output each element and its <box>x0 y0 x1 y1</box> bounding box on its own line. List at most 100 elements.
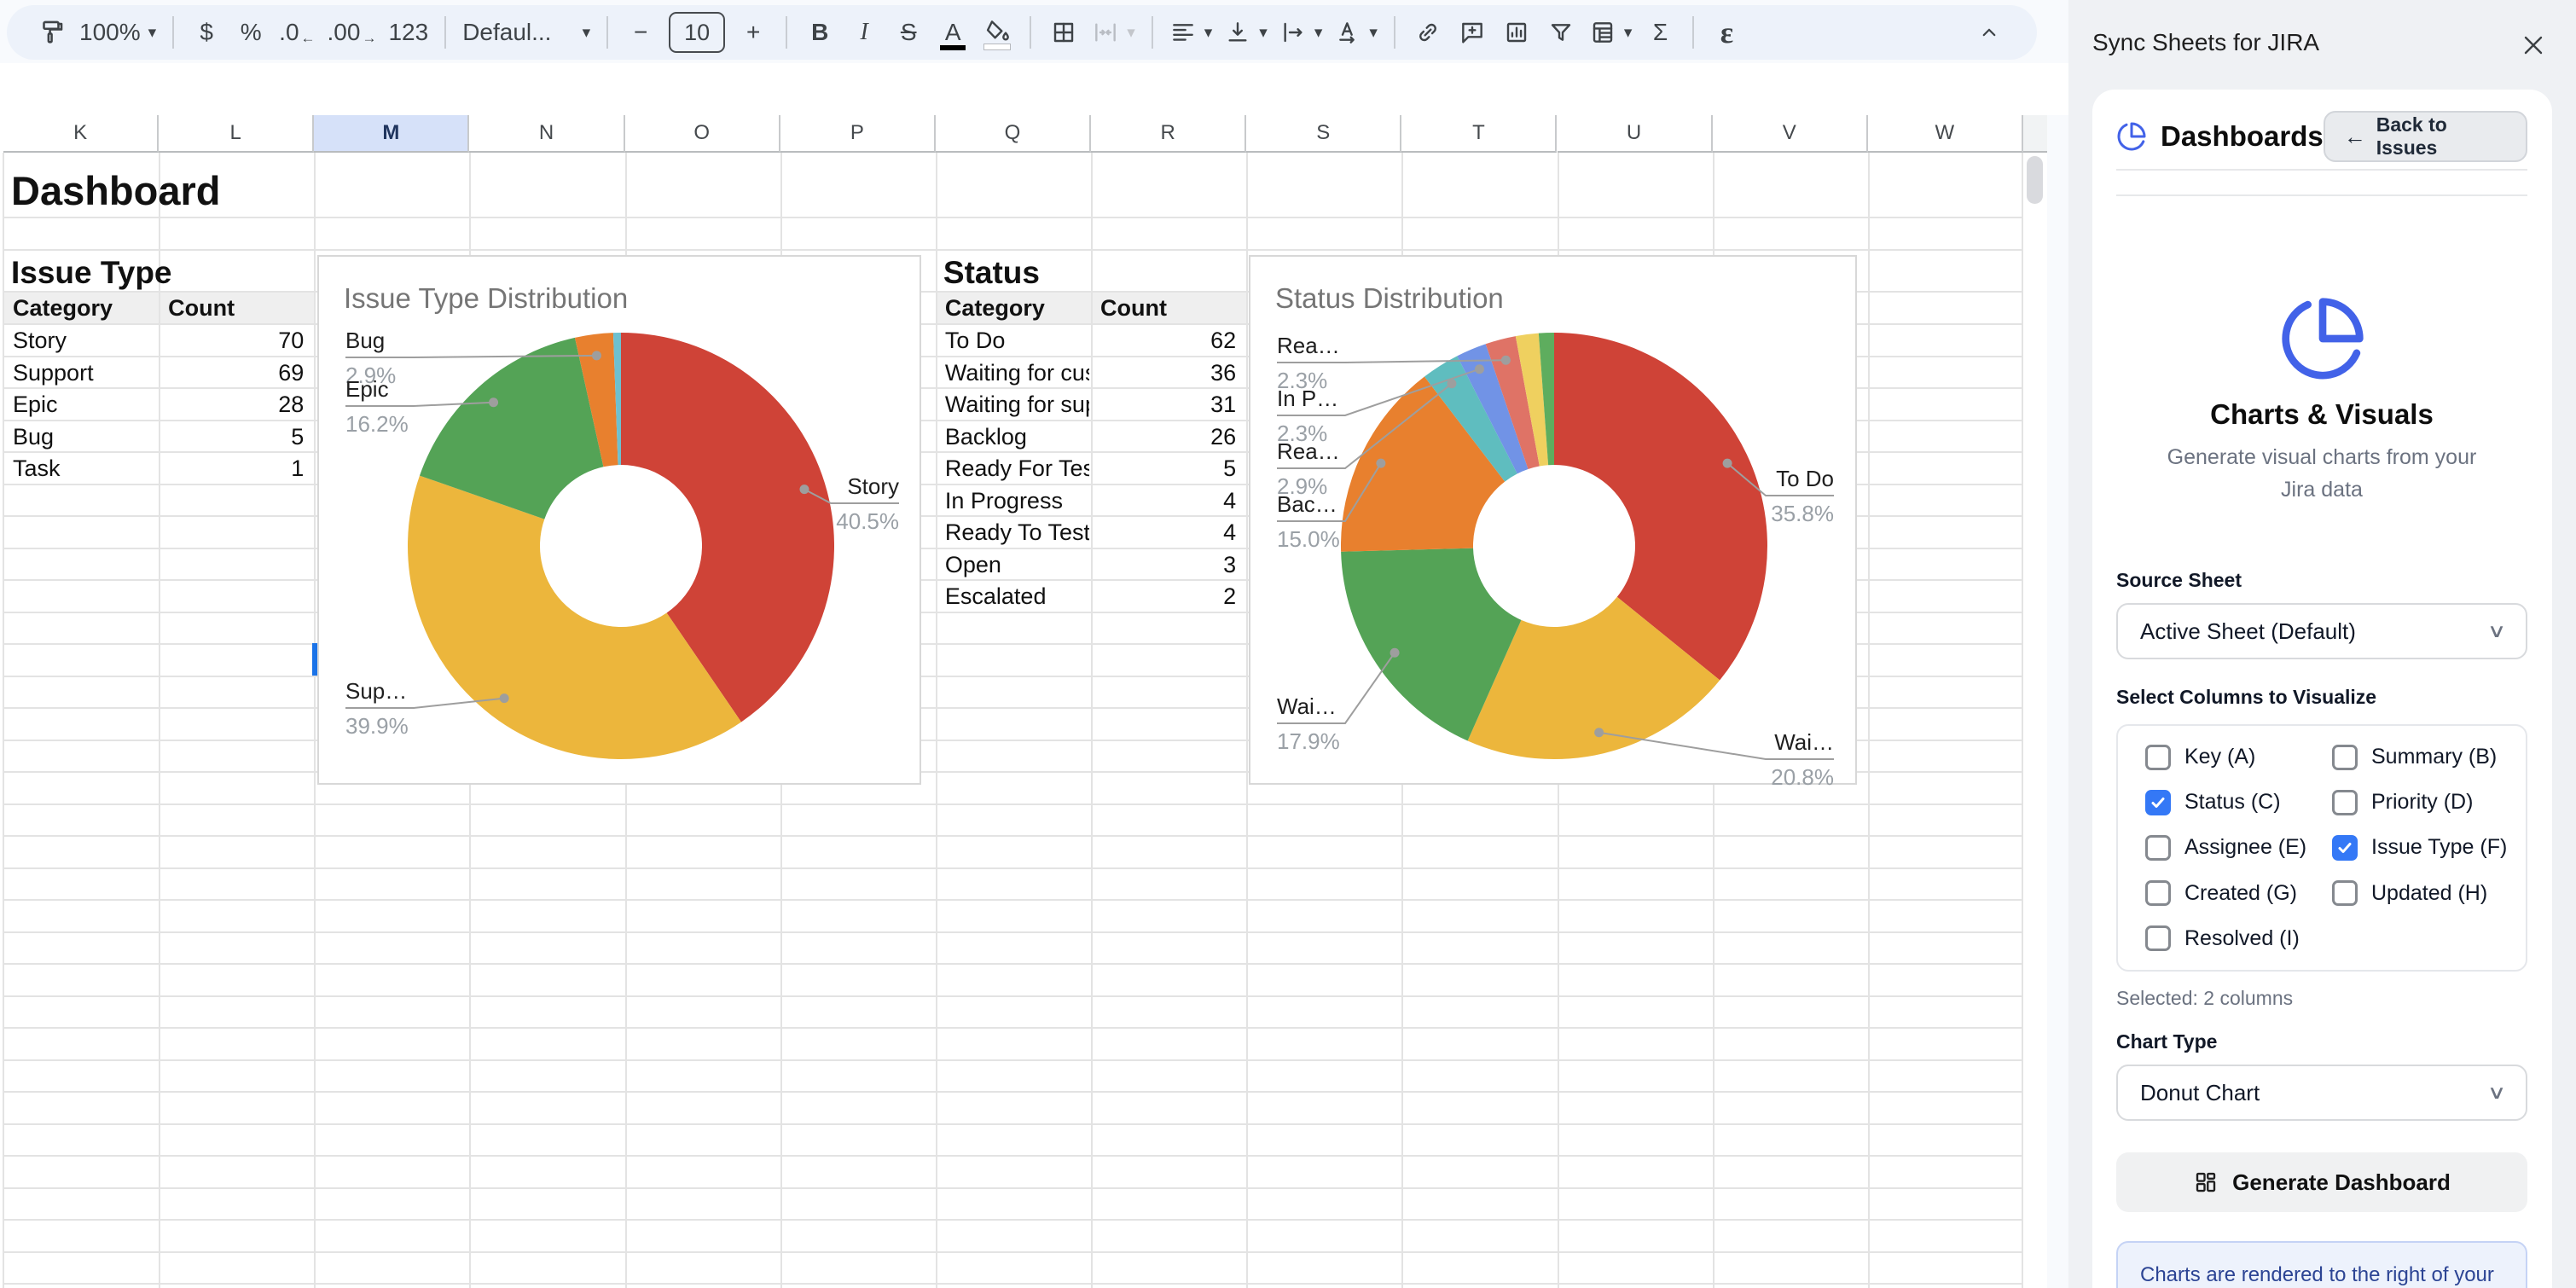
generate-dashboard-button[interactable]: Generate Dashboard <box>2116 1152 2527 1212</box>
slice-label: Epic <box>345 376 389 403</box>
spreadsheet-grid[interactable]: KLMNOPQRSTUVWDashboardIssue TypeCategory… <box>0 115 2047 1288</box>
chart-type-select[interactable]: Donut Chart ∨ <box>2116 1065 2527 1121</box>
scrollbar-thumb[interactable] <box>2027 156 2043 204</box>
checkbox-option-status-c[interactable]: Status (C) <box>2135 782 2322 823</box>
formula-epsilon-button[interactable]: ε <box>1710 12 1743 53</box>
checkbox-unchecked[interactable] <box>2332 790 2358 815</box>
format-paint-icon[interactable] <box>35 12 67 53</box>
source-sheet-select[interactable]: Active Sheet (Default) ∨ <box>2116 603 2527 659</box>
column-header-N[interactable]: N <box>469 115 624 153</box>
status-table-row-count: 5 <box>1100 455 1236 482</box>
horizontal-align-icon[interactable]: ▾ <box>1169 12 1213 53</box>
status-table-header-count: Count <box>1100 295 1239 322</box>
divider <box>2116 194 2527 196</box>
checkbox-option-updated-h[interactable]: Updated (H) <box>2322 873 2509 914</box>
checkbox-label: Created (G) <box>2184 881 2297 906</box>
slice-label: Wai… <box>1578 729 1834 756</box>
italic-button[interactable]: I <box>848 12 880 53</box>
decrease-font-size-label: − <box>634 19 647 46</box>
column-header-R[interactable]: R <box>1091 115 1246 153</box>
more-formats-button[interactable]: 123 <box>388 12 428 53</box>
increase-font-size-button[interactable]: + <box>737 12 769 53</box>
font-size-value[interactable]: 10 <box>669 12 725 53</box>
column-header-K[interactable]: K <box>3 115 159 153</box>
column-header-L[interactable]: L <box>159 115 314 153</box>
checkbox-unchecked[interactable] <box>2145 835 2171 861</box>
status-table-row-count: 26 <box>1100 424 1236 450</box>
bold-button[interactable]: B <box>804 12 836 53</box>
dropdown-caret-icon: ▾ <box>1127 23 1135 43</box>
insert-link-icon[interactable] <box>1412 12 1444 53</box>
toolbar-separator <box>606 16 608 49</box>
checkbox-unchecked[interactable] <box>2145 745 2171 770</box>
checkbox-checked[interactable] <box>2145 790 2171 815</box>
vertical-align-icon[interactable]: ▾ <box>1224 12 1268 53</box>
text-wrap-icon[interactable]: ▾ <box>1279 12 1323 53</box>
insert-comment-icon[interactable] <box>1456 12 1488 53</box>
chart-status[interactable]: Status DistributionRea…2.3%In P…2.3%Rea…… <box>1249 255 1857 785</box>
column-header-T[interactable]: T <box>1401 115 1557 153</box>
format-currency-button[interactable]: $ <box>190 12 223 53</box>
status-table-row-count: 3 <box>1100 552 1236 578</box>
column-header-U[interactable]: U <box>1558 115 1713 153</box>
column-header-W[interactable]: W <box>1868 115 2023 153</box>
status-table-row-category: In Progress <box>945 488 1089 514</box>
column-header-V[interactable]: V <box>1713 115 1868 153</box>
checkbox-option-priority-d[interactable]: Priority (D) <box>2322 782 2509 823</box>
toolbar-separator <box>444 16 446 49</box>
decrease-decimal-label: .0 <box>279 19 299 46</box>
column-header-Q[interactable]: Q <box>936 115 1091 153</box>
checkbox-checked[interactable] <box>2332 835 2358 861</box>
checkbox-option-issue-type-f[interactable]: Issue Type (F) <box>2322 827 2509 868</box>
pie-chart-hero-icon <box>2278 294 2367 383</box>
vertical-scrollbar[interactable] <box>2023 115 2047 1288</box>
checkbox-unchecked[interactable] <box>2145 880 2171 906</box>
toolbar-separator <box>786 16 787 49</box>
font-name-button[interactable]: Defaul... ▾ <box>462 12 590 53</box>
zoom-select-button[interactable]: 100%▾ <box>79 12 156 53</box>
status-table-header-category: Category <box>945 295 1083 322</box>
collapse-toolbar-button[interactable] <box>1973 12 2005 53</box>
filter-icon[interactable] <box>1545 12 1577 53</box>
increase-decimal-button[interactable]: .00→ <box>328 12 377 53</box>
fill-color-icon[interactable] <box>981 12 1013 53</box>
borders-icon[interactable] <box>1047 12 1080 53</box>
gridline <box>3 1059 2023 1061</box>
chart-issue-type[interactable]: Issue Type DistributionBug2.9%Epic16.2%S… <box>317 255 921 785</box>
more-formats-label: 123 <box>388 19 428 46</box>
dropdown-caret-icon: ▾ <box>583 23 591 43</box>
issue-type-table-header-count: Count <box>168 295 306 322</box>
format-percent-button[interactable]: % <box>235 12 267 53</box>
decrease-decimal-button[interactable]: .0← <box>279 12 315 53</box>
text-color-button[interactable]: A <box>937 12 969 53</box>
column-header-M[interactable]: M <box>314 115 469 153</box>
checkbox-option-key-a[interactable]: Key (A) <box>2135 737 2322 778</box>
table-views-icon[interactable]: ▾ <box>1589 12 1633 53</box>
column-header-S[interactable]: S <box>1246 115 1401 153</box>
checkbox-unchecked[interactable] <box>2332 745 2358 770</box>
checkbox-unchecked[interactable] <box>2145 925 2171 951</box>
slice-percent: 20.8% <box>1578 764 1834 791</box>
checkbox-option-assignee-e[interactable]: Assignee (E) <box>2135 827 2322 868</box>
status-table-row-count: 31 <box>1100 392 1236 418</box>
font-name-label: Defaul... <box>462 19 551 46</box>
italic-label: I <box>861 19 868 46</box>
functions-button[interactable]: Σ <box>1644 12 1676 53</box>
decrease-font-size-button[interactable]: − <box>624 12 657 53</box>
format-percent-label: % <box>241 19 262 46</box>
insert-chart-icon[interactable] <box>1500 12 1533 53</box>
dropdown-caret-icon: ▾ <box>1204 23 1213 43</box>
column-header-O[interactable]: O <box>625 115 780 153</box>
checkbox-option-resolved-i[interactable]: Resolved (I) <box>2135 918 2322 959</box>
back-to-issues-button[interactable]: ← Back to Issues <box>2324 111 2527 162</box>
font-size-button[interactable]: 10 <box>669 12 725 53</box>
checkbox-option-created-g[interactable]: Created (G) <box>2135 873 2322 914</box>
strikethrough-button[interactable]: S <box>892 12 925 53</box>
slice-percent: 39.9% <box>345 713 409 740</box>
checkbox-option-summary-b[interactable]: Summary (B) <box>2322 737 2509 778</box>
column-header-P[interactable]: P <box>780 115 936 153</box>
checkbox-label: Assignee (E) <box>2184 835 2306 860</box>
close-icon[interactable] <box>2519 31 2548 60</box>
text-rotation-icon[interactable]: ▾ <box>1334 12 1378 53</box>
checkbox-unchecked[interactable] <box>2332 880 2358 906</box>
